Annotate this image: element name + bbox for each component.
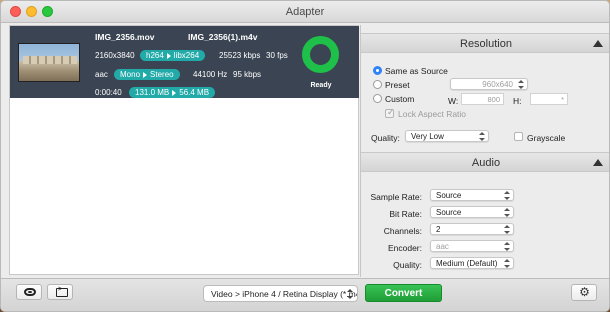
file-row[interactable]: IMG_2356.mov IMG_2356(1).m4v 2160x3840 h…	[10, 26, 359, 98]
video-quality-value: Very Low	[411, 132, 444, 141]
checkmark-icon: ✓	[387, 107, 395, 117]
radio-same-as-source[interactable]	[373, 66, 382, 75]
updown-arrows-icon	[504, 208, 510, 217]
file-size-pill: 131.0 MB 56.4 MB	[129, 87, 216, 98]
status-label: Ready	[310, 82, 332, 89]
radio-preset[interactable]	[373, 80, 382, 89]
resolution-preset-value: 960x640	[482, 80, 513, 89]
same-as-source-label: Same as Source	[385, 66, 448, 76]
updown-arrows-icon	[518, 80, 524, 89]
audio-quality-value: Medium (Default)	[436, 259, 498, 268]
updown-arrows-icon	[479, 132, 485, 141]
bit-rate-select[interactable]: Source	[430, 206, 514, 218]
audio-quality-select[interactable]: Medium (Default)	[430, 257, 514, 269]
audio-section-title: Audio	[471, 157, 501, 169]
log-button[interactable]	[47, 284, 73, 300]
eye-icon	[24, 288, 36, 296]
audio-quality-label: Quality:	[393, 260, 422, 270]
video-thumbnail	[18, 43, 80, 82]
audio-section-header[interactable]: Audio	[361, 152, 609, 172]
arrow-right-icon	[166, 52, 171, 59]
sample-rate-value: Source	[436, 191, 462, 200]
custom-label: Custom	[385, 94, 415, 104]
encoder-label: Encoder:	[387, 243, 422, 253]
video-quality-label: Quality:	[371, 133, 400, 143]
collapse-triangle-icon[interactable]	[593, 159, 603, 166]
arrow-right-icon	[143, 71, 148, 78]
preset-label: Preset	[385, 80, 410, 90]
terminal-icon	[56, 286, 68, 297]
file-list[interactable]: IMG_2356.mov IMG_2356(1).m4v 2160x3840 h…	[9, 25, 359, 275]
settings-button[interactable]: ⚙	[571, 284, 597, 301]
window-title: Adapter	[285, 6, 325, 18]
resolution-preset-select[interactable]: 960x640	[450, 78, 528, 90]
bit-rate-label: Bit Rate:	[389, 209, 422, 219]
resolution-section-title: Resolution	[460, 38, 512, 50]
channels-label: Channels:	[383, 226, 422, 236]
video-codec-from: h264	[146, 51, 164, 60]
lock-aspect-checkbox[interactable]: ✓	[385, 107, 395, 118]
arrow-right-icon	[172, 89, 177, 96]
height-label: H:	[513, 96, 522, 106]
source-file-name: IMG_2356.mov	[95, 32, 155, 42]
convert-button[interactable]: Convert	[365, 284, 442, 302]
updown-arrows-icon	[504, 191, 510, 200]
grayscale-label: Grayscale	[527, 133, 566, 143]
size-from: 131.0 MB	[135, 88, 170, 97]
duration: 0:00:40	[95, 88, 122, 97]
preview-button[interactable]	[16, 284, 42, 300]
grayscale-checkbox[interactable]	[514, 132, 523, 141]
title-bar: Adapter	[1, 1, 609, 23]
audio-channels-pill: Mono Stereo	[114, 69, 180, 80]
audio-channels-to: Stereo	[150, 70, 174, 79]
updown-arrows-icon	[347, 289, 353, 299]
video-codec-to: libx264	[173, 51, 200, 60]
output-preset-select[interactable]: Video > iPhone 4 / Retina Display (*.m4v…	[203, 285, 358, 302]
audio-bitrate: 95 kbps	[233, 70, 262, 79]
settings-panel: Resolution Same as Source Preset 960x640…	[360, 25, 609, 277]
video-codec-pill: h264 libx264	[140, 50, 206, 61]
encoder-value: aac	[436, 242, 449, 251]
updown-arrows-icon	[504, 259, 510, 268]
width-input[interactable]: 800	[461, 93, 504, 105]
video-fps: 30 fps	[266, 51, 288, 60]
channels-value: 2	[436, 225, 441, 234]
audio-channels-from: Mono	[120, 70, 141, 79]
bit-rate-value: Source	[436, 208, 462, 217]
sample-rate-label: Sample Rate:	[370, 192, 423, 202]
video-resolution: 2160x3840	[95, 51, 135, 60]
height-input[interactable]: *	[530, 93, 568, 105]
encoder-select[interactable]: aac	[430, 240, 514, 252]
output-preset-value: Video > iPhone 4 / Retina Display (*.m4v…	[211, 289, 358, 299]
updown-arrows-icon	[504, 242, 510, 251]
video-bitrate: 25523 kbps	[219, 51, 261, 60]
lock-aspect-label: Lock Aspect Ratio	[398, 109, 467, 119]
app-window: Adapter IMG_2356.mov IMG_2356(1).m4v 216…	[0, 0, 610, 312]
collapse-triangle-icon[interactable]	[593, 40, 603, 47]
resolution-section-header[interactable]: Resolution	[361, 33, 609, 53]
size-to: 56.4 MB	[179, 88, 210, 97]
video-quality-select[interactable]: Very Low	[405, 130, 489, 142]
output-file-name: IMG_2356(1).m4v	[188, 32, 258, 42]
audio-codec-label: aac	[95, 70, 108, 79]
updown-arrows-icon	[504, 225, 510, 234]
sample-rate-select[interactable]: Source	[430, 189, 514, 201]
channels-select[interactable]: 2	[430, 223, 514, 235]
radio-custom[interactable]	[373, 94, 382, 103]
gear-icon: ⚙	[579, 285, 590, 299]
progress-ring-icon	[302, 36, 339, 73]
width-label: W:	[448, 96, 459, 106]
audio-sample-rate: 44100 Hz	[193, 70, 228, 79]
